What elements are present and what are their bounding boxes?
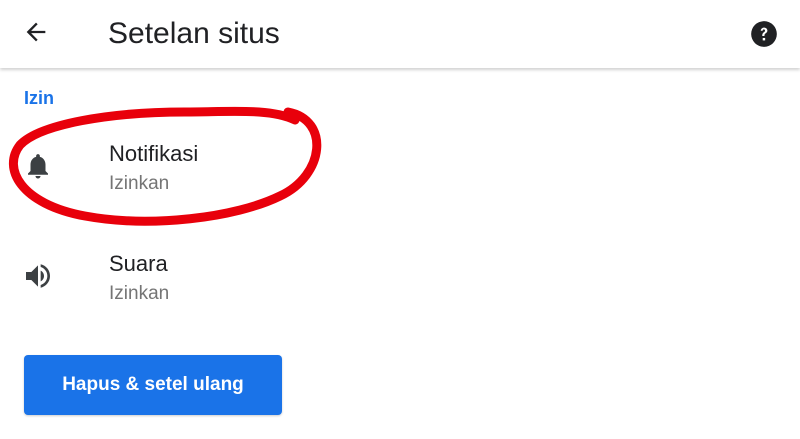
top-app-bar: Setelan situs — [0, 0, 800, 68]
section-header-permissions: Izin — [24, 88, 54, 108]
permission-row-notifications[interactable]: Notifikasi Izinkan — [0, 120, 800, 216]
permission-status: Izinkan — [109, 173, 170, 194]
permission-status: Izinkan — [109, 283, 170, 304]
page-title: Setelan situs — [108, 17, 280, 50]
clear-and-reset-button[interactable]: Hapus & setel ulang — [24, 355, 282, 415]
bell-icon — [20, 148, 56, 184]
help-circle-icon — [751, 21, 777, 47]
permission-row-sound[interactable]: Suara Izinkan — [0, 230, 800, 326]
site-settings-screen: Setelan situs Izin Notifikasi Izinkan Su… — [0, 0, 800, 439]
back-button[interactable] — [14, 10, 58, 54]
arrow-back-icon — [26, 22, 46, 42]
permission-title: Suara — [109, 251, 168, 276]
volume-icon — [20, 258, 56, 294]
permission-title: Notifikasi — [109, 141, 199, 166]
help-button[interactable] — [748, 18, 780, 50]
